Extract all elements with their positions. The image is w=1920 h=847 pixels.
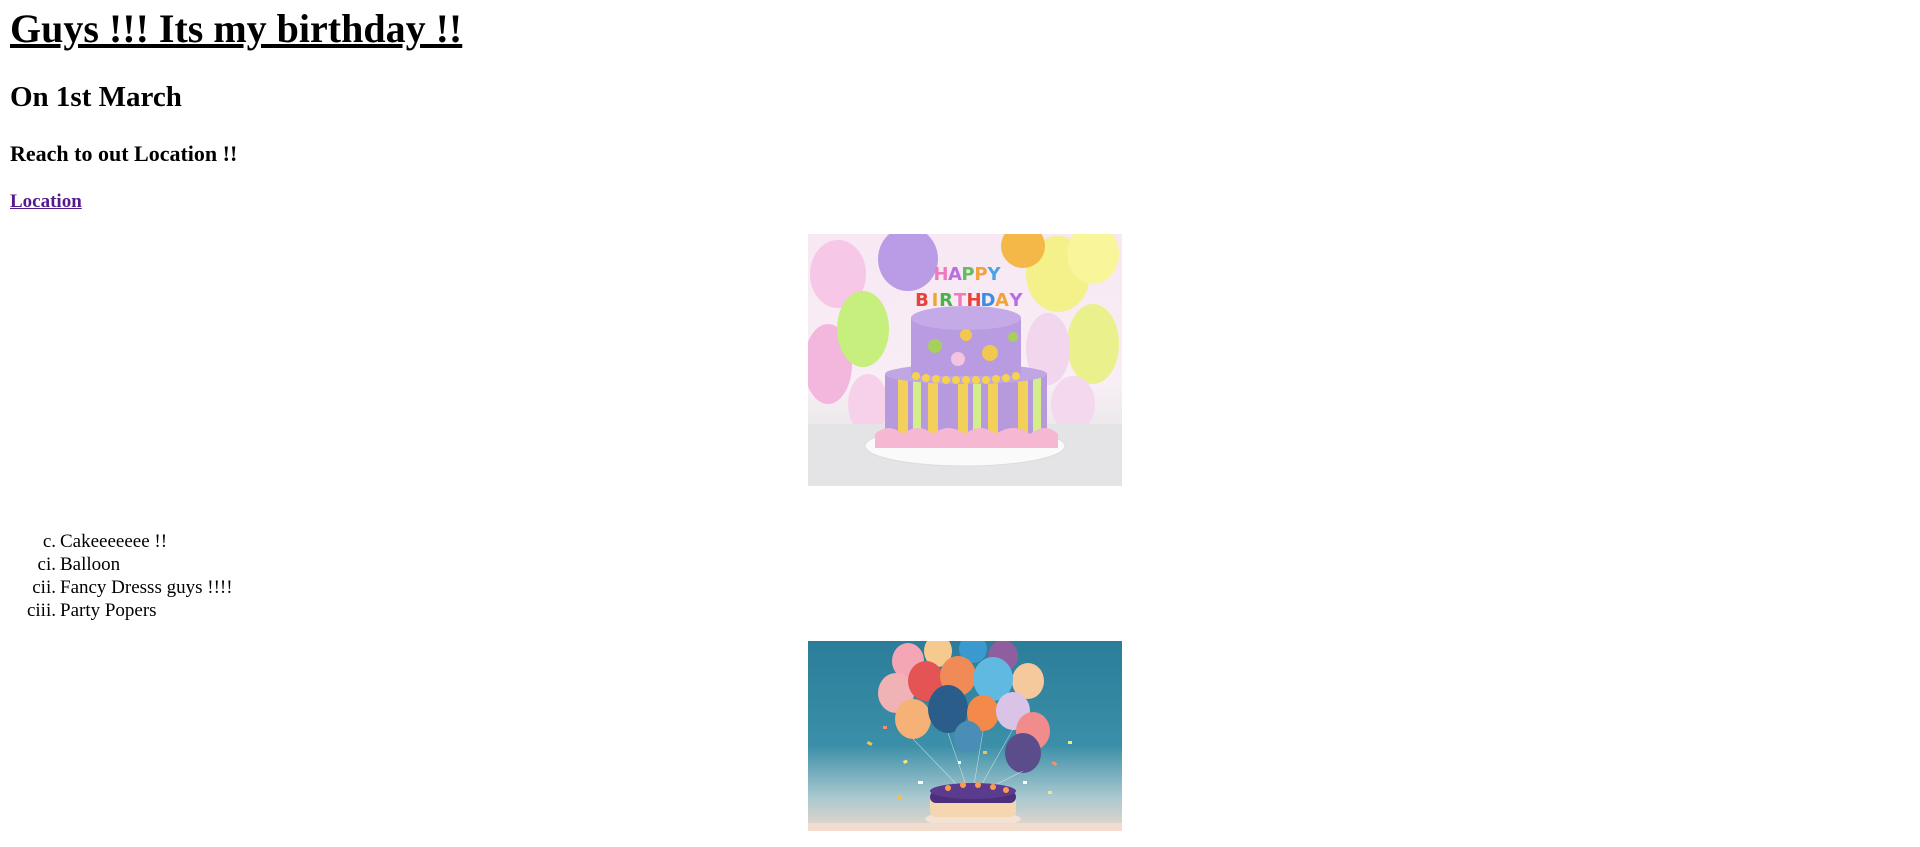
balloons-cake-image bbox=[808, 641, 1122, 831]
list-item: c. Cakeeeeeee !! bbox=[0, 530, 233, 553]
svg-text:I: I bbox=[932, 290, 939, 311]
svg-text:H: H bbox=[933, 264, 948, 285]
svg-text:A: A bbox=[948, 264, 962, 285]
page: Guys !!! Its my birthday !! On 1st March… bbox=[0, 0, 1920, 847]
birthday-cake-image: H A P P Y B I R T H D A Y bbox=[808, 234, 1122, 486]
page-title: Guys !!! Its my birthday !! bbox=[10, 6, 463, 51]
list-item: ciii. Party Popers bbox=[0, 599, 233, 622]
svg-text:P: P bbox=[974, 264, 987, 285]
svg-text:D: D bbox=[981, 290, 996, 311]
event-date: On 1st March bbox=[10, 81, 182, 113]
list-item-label: Fancy Dresss guys !!!! bbox=[60, 577, 233, 598]
balloons-illustration bbox=[808, 641, 1122, 831]
list-item-number: ci. bbox=[37, 554, 56, 575]
list-item-number: ciii. bbox=[26, 600, 56, 621]
svg-text:B: B bbox=[915, 290, 929, 311]
svg-text:Y: Y bbox=[1008, 290, 1023, 311]
birthday-cake-illustration: H A P P Y B I R T H D A Y bbox=[808, 234, 1122, 486]
list-item: ci. Balloon bbox=[0, 553, 233, 576]
svg-text:Y: Y bbox=[986, 264, 1001, 285]
list-item-label: Cakeeeeeee !! bbox=[60, 531, 168, 552]
svg-text:R: R bbox=[939, 290, 953, 311]
svg-text:H: H bbox=[966, 290, 981, 311]
reach-location-heading: Reach to out Location !! bbox=[10, 141, 238, 166]
party-items-list: c. Cakeeeeeee !! ci. Balloon cii. Fancy … bbox=[0, 530, 233, 622]
location-link[interactable]: Location bbox=[10, 191, 82, 213]
svg-text:P: P bbox=[961, 264, 974, 285]
list-item-label: Balloon bbox=[60, 554, 121, 575]
list-item-number: cii. bbox=[32, 577, 56, 598]
list-item: cii. Fancy Dresss guys !!!! bbox=[0, 576, 233, 599]
svg-text:T: T bbox=[954, 290, 967, 311]
svg-text:A: A bbox=[995, 290, 1009, 311]
list-item-label: Party Popers bbox=[60, 600, 157, 621]
list-item-number: c. bbox=[42, 531, 56, 552]
